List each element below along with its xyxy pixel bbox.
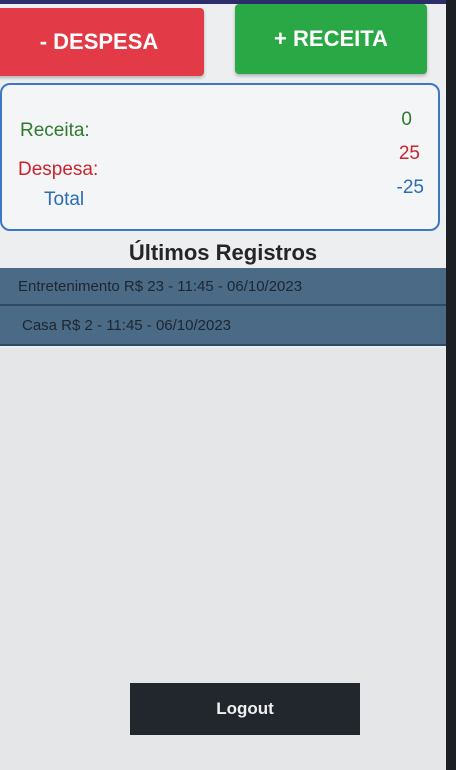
total-value: -25 bbox=[396, 177, 424, 198]
records-title: Últimos Registros bbox=[128, 240, 318, 265]
total-label: Total bbox=[44, 189, 85, 210]
despesa-value: 25 bbox=[398, 143, 420, 164]
summary-card: Receita: 0 Despesa: 25 Total -25 bbox=[0, 83, 440, 231]
records-list: Entretenimento R$ 23 - 11:45 - 06/10/202… bbox=[0, 268, 446, 346]
receita-value: 0 bbox=[401, 109, 412, 130]
receita-label: Receita: bbox=[20, 120, 90, 141]
app-screen: - DESPESA + RECEITA Receita: 0 Despesa: … bbox=[0, 0, 446, 770]
device-bezel bbox=[446, 0, 456, 770]
despesa-label: Despesa: bbox=[18, 159, 99, 180]
list-item[interactable]: Entretenimento R$ 23 - 11:45 - 06/10/202… bbox=[0, 268, 446, 306]
add-receita-button[interactable]: + RECEITA bbox=[235, 4, 427, 74]
list-item[interactable]: Casa R$ 2 - 11:45 - 06/10/2023 bbox=[0, 306, 446, 346]
logout-button[interactable]: Logout bbox=[130, 683, 360, 735]
add-despesa-button[interactable]: - DESPESA bbox=[0, 8, 204, 76]
